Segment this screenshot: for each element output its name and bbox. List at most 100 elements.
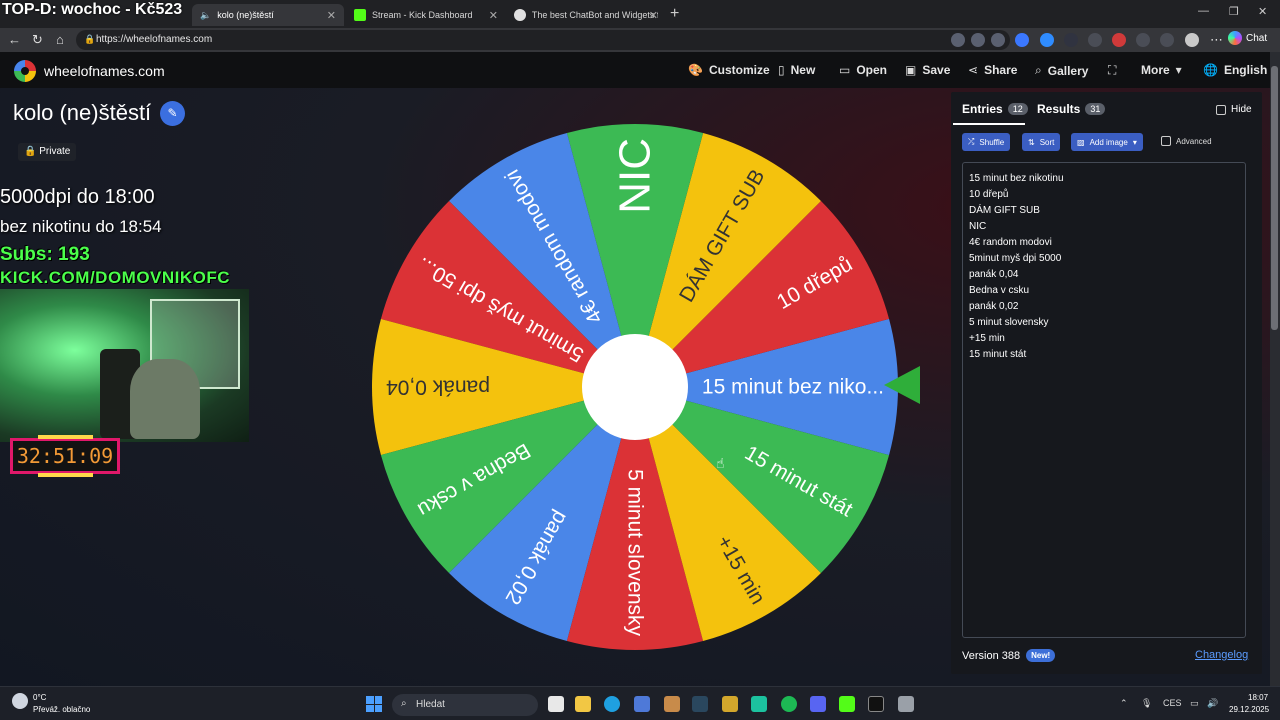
translate-icon[interactable] bbox=[971, 33, 985, 47]
more-button[interactable]: More ▾ bbox=[1141, 63, 1182, 77]
weather-temperature[interactable]: 0°C bbox=[33, 693, 46, 702]
file-explorer-icon[interactable] bbox=[575, 696, 591, 712]
customize-button[interactable]: 🎨 Customize bbox=[688, 63, 770, 77]
entries-panel: Entries 12 Results 31 Hide ⤮ Shuffle ⇅ Sor… bbox=[951, 92, 1262, 674]
search-placeholder: Hledat bbox=[416, 699, 445, 710]
advanced-checkbox[interactable]: Advanced bbox=[1161, 136, 1212, 146]
entry-line[interactable]: 5minut myš dpi 5000 bbox=[969, 251, 1239, 267]
globe-icon: 🌐 bbox=[1203, 63, 1218, 77]
entry-line[interactable]: 4€ random modovi bbox=[969, 235, 1239, 251]
new-button[interactable]: ▯ New bbox=[778, 63, 815, 77]
extension-icon[interactable] bbox=[1064, 33, 1078, 47]
open-button[interactable]: ▭ Open bbox=[839, 63, 887, 77]
wheel-logo-icon[interactable] bbox=[14, 60, 36, 82]
site-info-icon[interactable]: 🔒 bbox=[84, 34, 95, 45]
tab-chatbot[interactable]: The best ChatBot and Widgets for ✕ bbox=[506, 4, 666, 26]
reader-icon[interactable] bbox=[951, 33, 965, 47]
weather-description[interactable]: Převáž. oblačno bbox=[33, 705, 90, 714]
microphone-icon[interactable]: 🎙 bbox=[1141, 698, 1152, 709]
extension-icon[interactable] bbox=[1112, 33, 1126, 47]
shuffle-button[interactable]: ⤮ Shuffle bbox=[962, 133, 1011, 151]
changelog-link[interactable]: Changelog bbox=[1195, 649, 1248, 661]
weather-cloud-icon[interactable] bbox=[12, 693, 28, 709]
entry-line[interactable]: 15 minut bez nikotinu bbox=[969, 171, 1239, 187]
site-name[interactable]: wheelofnames.com bbox=[44, 63, 165, 79]
entries-textarea[interactable]: 15 minut bez nikotinu 10 dřepů DÁM GIFT SU… bbox=[962, 162, 1246, 638]
wheel[interactable]: 15 minut bez niko... 10 dřepů DÁM GIFT SUB… bbox=[370, 122, 900, 652]
entry-line[interactable]: 15 minut stát bbox=[969, 347, 1239, 363]
favorites-icon[interactable] bbox=[1160, 33, 1174, 47]
entry-line[interactable]: 5 minut slovensky bbox=[969, 315, 1239, 331]
advanced-check-icon[interactable] bbox=[1161, 136, 1171, 146]
home-icon[interactable]: ⌂ bbox=[56, 32, 64, 47]
clock-time[interactable]: 18:07 bbox=[1248, 693, 1268, 702]
new-tab-icon[interactable]: + bbox=[670, 5, 679, 23]
gallery-button[interactable]: ⌕ Gallery bbox=[1035, 63, 1088, 78]
extension-icon[interactable] bbox=[1088, 33, 1102, 47]
extension-icon[interactable] bbox=[1015, 33, 1029, 47]
clock-date[interactable]: 29.12.2025 bbox=[1229, 705, 1269, 714]
wheel-svg[interactable]: 15 minut bez niko...10 dřepůDÁM GIFT SUB… bbox=[370, 122, 900, 652]
new-file-icon: ▯ bbox=[778, 63, 785, 77]
back-icon[interactable]: ← bbox=[8, 32, 21, 47]
discord-icon[interactable] bbox=[810, 696, 826, 712]
tab-label: The best ChatBot and Widgets for bbox=[531, 10, 658, 20]
kick-icon[interactable] bbox=[839, 696, 855, 712]
more-menu-icon[interactable]: ⋯ bbox=[1210, 32, 1223, 48]
language-indicator[interactable]: CES bbox=[1163, 698, 1182, 708]
extension-icon[interactable] bbox=[1040, 33, 1054, 47]
minimize-icon[interactable]: — bbox=[1198, 5, 1209, 17]
app-icon[interactable] bbox=[722, 696, 738, 712]
entry-line[interactable]: Bedna v csku bbox=[969, 283, 1239, 299]
hide-checkbox[interactable]: Hide bbox=[1216, 104, 1252, 115]
save-button[interactable]: ▣ Save bbox=[905, 63, 950, 77]
url-input[interactable]: https://wheelofnames.com bbox=[76, 30, 1010, 50]
page-scrollbar-thumb[interactable] bbox=[1271, 66, 1278, 330]
profile-avatar[interactable] bbox=[1185, 33, 1199, 47]
edge-icon[interactable] bbox=[604, 696, 620, 712]
app-icon[interactable] bbox=[664, 696, 680, 712]
entry-line[interactable]: DÁM GIFT SUB bbox=[969, 203, 1239, 219]
entry-line[interactable]: 10 dřepů bbox=[969, 187, 1239, 203]
wheel-center-hub[interactable] bbox=[582, 334, 688, 440]
task-view-icon[interactable] bbox=[548, 696, 564, 712]
close-window-icon[interactable]: ✕ bbox=[1258, 5, 1267, 18]
taskbar-search[interactable]: ⌕ Hledat bbox=[392, 694, 538, 716]
entry-line[interactable]: +15 min bbox=[969, 331, 1239, 347]
tab-kick-dashboard[interactable]: Stream - Kick Dashboard ✕ bbox=[346, 4, 506, 26]
windows-start-icon[interactable] bbox=[366, 696, 382, 712]
entry-line[interactable]: panák 0,04 bbox=[969, 267, 1239, 283]
add-image-button[interactable]: ▨ Add image ▾ bbox=[1071, 133, 1143, 151]
reload-icon[interactable]: ↻ bbox=[32, 32, 43, 48]
chat-button[interactable]: Chat bbox=[1228, 31, 1267, 45]
entry-line[interactable]: NIC bbox=[969, 219, 1239, 235]
steam-icon[interactable] bbox=[692, 696, 708, 712]
volume-icon[interactable]: 🔊 bbox=[1207, 698, 1218, 709]
store-icon[interactable] bbox=[634, 696, 650, 712]
tab-results[interactable]: Results 31 bbox=[1037, 102, 1106, 116]
edit-title-button[interactable]: ✎ bbox=[160, 101, 185, 126]
language-button[interactable]: 🌐 English bbox=[1203, 63, 1267, 77]
app-icon[interactable] bbox=[751, 696, 767, 712]
tab-entries[interactable]: Entries 12 bbox=[962, 102, 1028, 116]
restore-icon[interactable]: ❐ bbox=[1229, 5, 1239, 18]
favorite-icon[interactable] bbox=[991, 33, 1005, 47]
new-label: New bbox=[790, 63, 816, 77]
results-count-badge: 31 bbox=[1085, 103, 1106, 115]
sort-button[interactable]: ⇅ Sort bbox=[1022, 133, 1061, 151]
close-tab-icon[interactable]: ✕ bbox=[489, 9, 498, 22]
spotify-icon[interactable] bbox=[781, 696, 797, 712]
calculator-icon[interactable] bbox=[898, 696, 914, 712]
fullscreen-button[interactable]: ⛶ bbox=[1108, 63, 1116, 78]
close-tab-icon[interactable]: ✕ bbox=[327, 9, 336, 22]
close-tab-icon[interactable]: ✕ bbox=[649, 9, 658, 22]
network-icon[interactable]: ▭ bbox=[1190, 698, 1199, 709]
tray-chevron-up-icon[interactable]: ⌃ bbox=[1120, 698, 1128, 709]
share-button[interactable]: ⋖ Share bbox=[968, 63, 1017, 77]
extensions-puzzle-icon[interactable] bbox=[1136, 33, 1150, 47]
tab-wheel[interactable]: 🔈 kolo (ne)štěstí ✕ bbox=[192, 4, 344, 26]
obs-icon[interactable] bbox=[868, 696, 884, 712]
entry-line[interactable]: panák 0,02 bbox=[969, 299, 1239, 315]
private-label: Private bbox=[39, 146, 71, 157]
hide-check-icon[interactable] bbox=[1216, 104, 1226, 115]
